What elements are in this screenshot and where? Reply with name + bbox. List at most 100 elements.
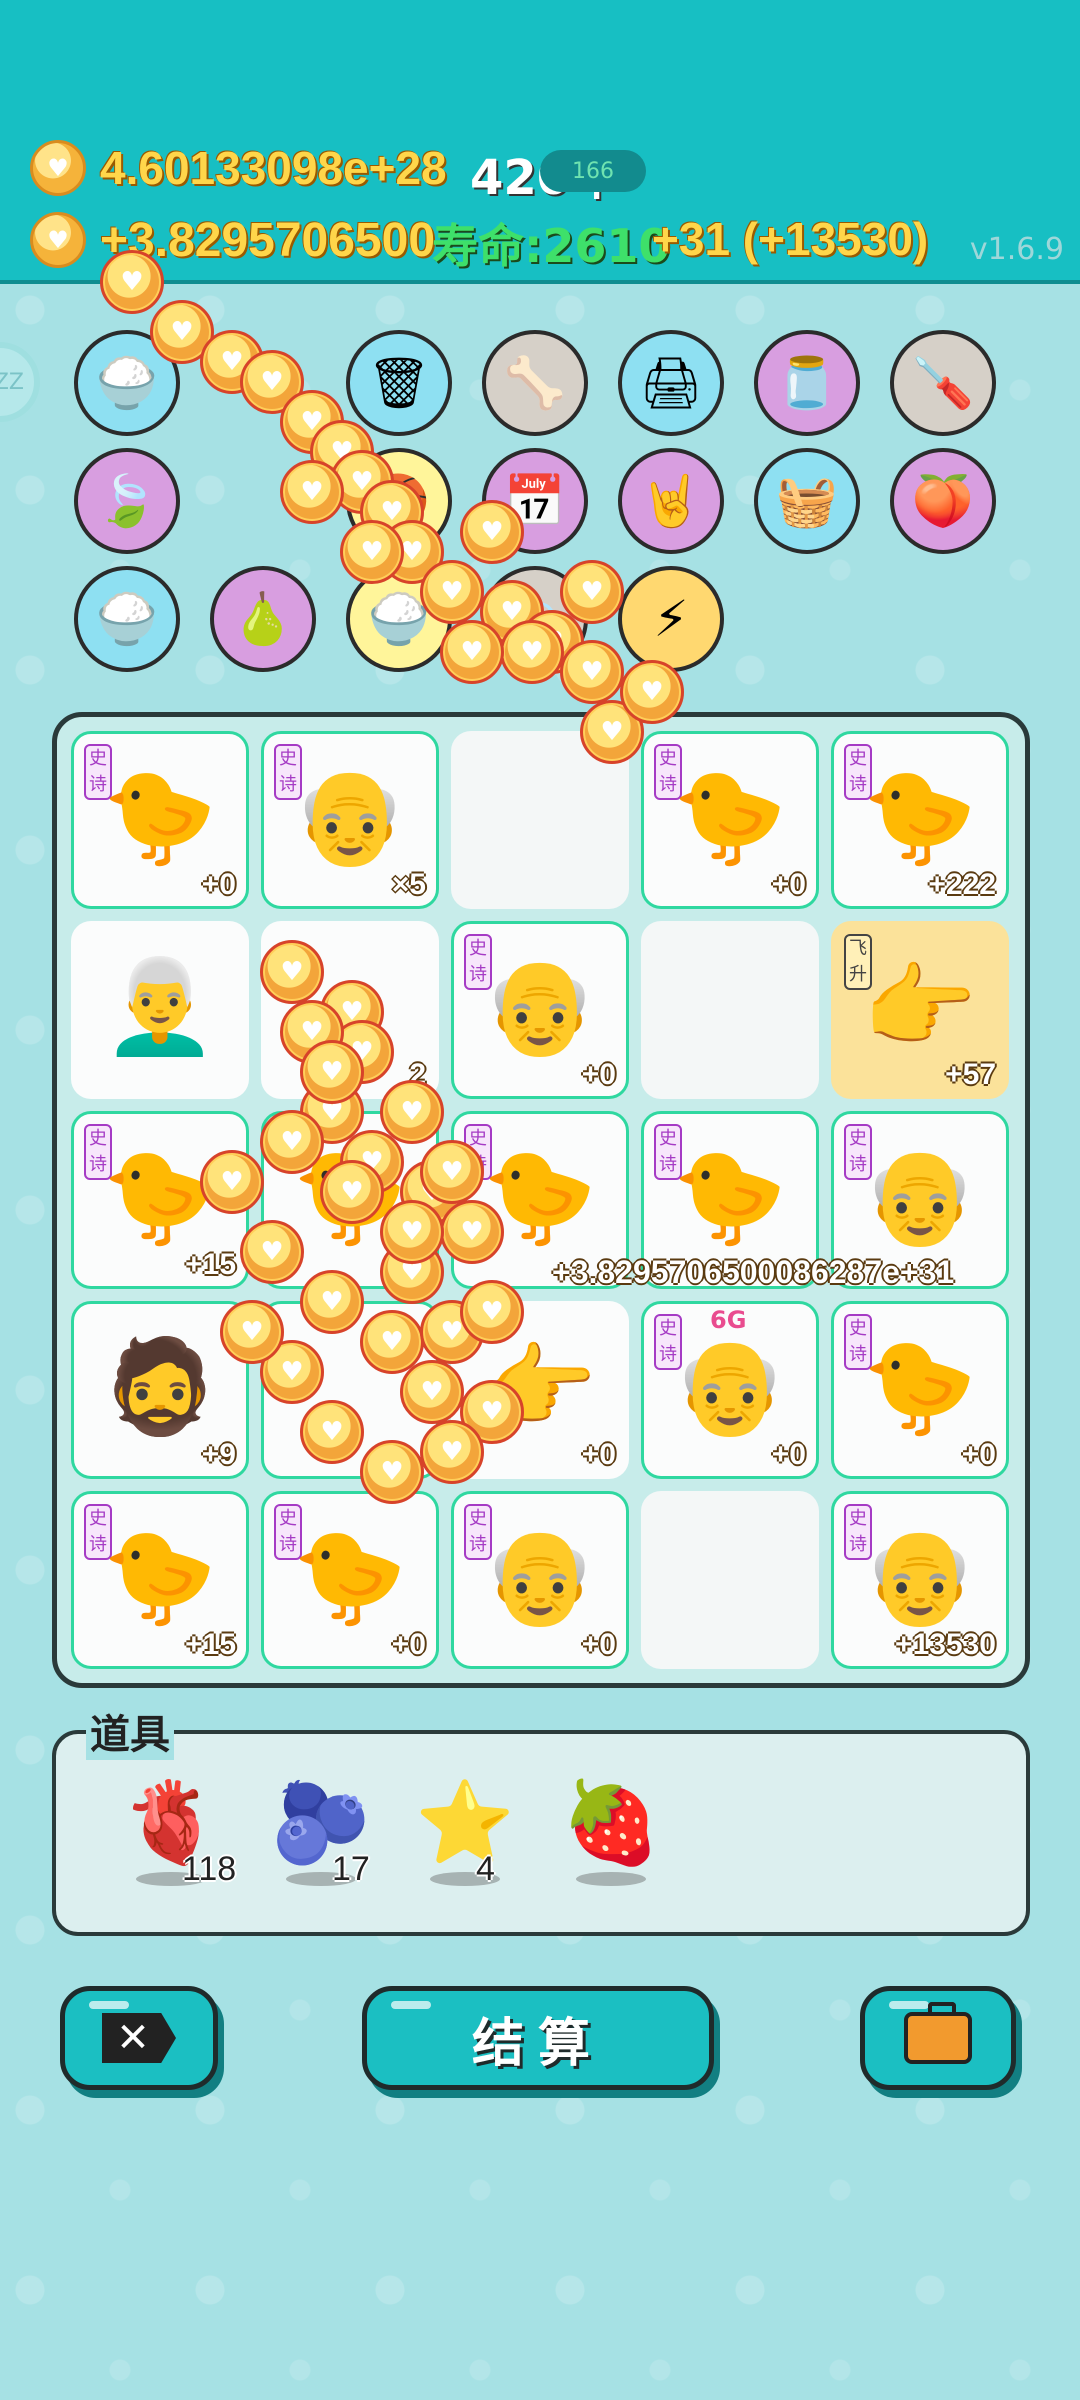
rice-bowl-icon[interactable]: 🍚 bbox=[74, 566, 180, 672]
flying-coin-icon: ♥ bbox=[260, 940, 324, 1004]
flying-coin-icon: ♥ bbox=[560, 640, 624, 704]
flying-coin-icon: ♥ bbox=[240, 1220, 304, 1284]
prop-item[interactable]: 🫐 17 bbox=[266, 1778, 376, 1908]
props-panel: 🫀 118 🫐 17 ⭐ 4 🍓 bbox=[52, 1730, 1030, 1936]
board-cell[interactable]: 👨‍🦳 bbox=[71, 921, 249, 1099]
network-badge: 6G bbox=[710, 1306, 747, 1334]
board-cell[interactable]: 史诗 👴 +0 bbox=[451, 1491, 629, 1669]
income-suffix: +31 (+13530) bbox=[652, 213, 929, 265]
fruit-basket-icon[interactable]: 🧺 bbox=[754, 448, 860, 554]
money-total-row: ♥ 4.60133098e+28 bbox=[30, 140, 447, 196]
flying-coin-icon: ♥ bbox=[360, 1440, 424, 1504]
flying-coin-icon: ♥ bbox=[420, 1420, 484, 1484]
settle-button-label: 结算 bbox=[471, 2013, 604, 2074]
screwdriver-icon[interactable]: 🪛 bbox=[890, 330, 996, 436]
money-total: 4.60133098e+28 bbox=[100, 142, 447, 194]
flying-coin-icon: ♥ bbox=[440, 620, 504, 684]
prop-item[interactable]: 🍓 bbox=[556, 1778, 666, 1908]
flying-coin-icon: ♥ bbox=[220, 1300, 284, 1364]
button-shine bbox=[89, 2001, 129, 2009]
cell-bonus: +0 bbox=[771, 1438, 806, 1471]
flying-coin-icon: ♥ bbox=[460, 1280, 524, 1344]
board-cell[interactable]: 史诗 🐤 +0 bbox=[831, 1301, 1009, 1479]
leaf-icon[interactable]: 🍃 bbox=[74, 448, 180, 554]
flying-coin-icon: ♥ bbox=[300, 1400, 364, 1464]
board-cell[interactable]: 史诗 🐤 +0 bbox=[261, 1491, 439, 1669]
cell-bonus: +0 bbox=[581, 1628, 616, 1661]
flying-coin-icon: ♥ bbox=[440, 1200, 504, 1264]
lightning-icon[interactable]: ⚡ bbox=[618, 566, 724, 672]
props-title: 道具 bbox=[86, 1702, 174, 1760]
cell-bonus: +13530 bbox=[895, 1628, 996, 1661]
flying-coin-icon: ♥ bbox=[500, 620, 564, 684]
income-row: ♥ +3.8295706500 bbox=[30, 212, 435, 268]
prop-count: 118 bbox=[182, 1850, 237, 1888]
briefcase-icon bbox=[904, 2002, 972, 2064]
guava-icon[interactable]: 🍐 bbox=[210, 566, 316, 672]
board-cell[interactable]: 史诗 👴 +13530 bbox=[831, 1491, 1009, 1669]
board-cell[interactable]: 史诗 6G 👴 +0 bbox=[641, 1301, 819, 1479]
flying-coin-icon: ♥ bbox=[340, 520, 404, 584]
prop-shadow bbox=[576, 1872, 646, 1886]
flying-coin-icon: ♥ bbox=[100, 250, 164, 314]
inventory-button[interactable] bbox=[860, 1986, 1016, 2090]
eyepatch-icon[interactable]: 🍑 bbox=[890, 448, 996, 554]
version-label: v1.6.9 bbox=[969, 232, 1064, 267]
board-cell[interactable]: 史诗 🐤 +222 bbox=[831, 731, 1009, 909]
flying-coin-icon: ♥ bbox=[280, 460, 344, 524]
game-board: 史诗 🐤 +0 史诗 👴 ×5 史诗 🐤 +0 史诗 🐤 +222 👨‍🦳 2 史诗 👴 +0 飞升 👉 +57 史诗 🐤… bbox=[52, 712, 1030, 1688]
prop-count: 4 bbox=[476, 1850, 495, 1888]
board-cell[interactable]: 史诗 🐤 +15 bbox=[71, 1491, 249, 1669]
cell-bonus: +222 bbox=[928, 868, 996, 901]
board-cell[interactable]: 史诗 👴 +0 bbox=[451, 921, 629, 1099]
board-cell[interactable] bbox=[641, 1491, 819, 1669]
character-portrait: 👴 bbox=[482, 952, 598, 1060]
board-cell[interactable] bbox=[641, 921, 819, 1099]
strawberry-icon: 🍓 bbox=[561, 1776, 661, 1869]
button-shine bbox=[889, 2001, 929, 2009]
jar-icon[interactable]: 🫙 bbox=[754, 330, 860, 436]
flying-coin-icon: ♥ bbox=[420, 560, 484, 624]
flying-coin-icon: ♥ bbox=[260, 1110, 324, 1174]
character-portrait: 🐤 bbox=[862, 762, 978, 870]
character-portrait: 👨‍🦳 bbox=[102, 952, 218, 1060]
cell-bonus: +57 bbox=[945, 1058, 996, 1091]
prop-item[interactable]: 🫀 118 bbox=[116, 1778, 236, 1908]
cell-bonus: +15 bbox=[185, 1628, 236, 1661]
pet-food-icon[interactable]: 🦴 bbox=[482, 330, 588, 436]
prop-item[interactable]: ⭐ 4 bbox=[410, 1778, 520, 1908]
flying-coin-icon: ♥ bbox=[460, 500, 524, 564]
coin-icon: ♥ bbox=[30, 140, 86, 196]
cell-bonus: +0 bbox=[771, 868, 806, 901]
board-cell[interactable]: 史诗 🐤 +0 bbox=[641, 731, 819, 909]
flying-coin-icon: ♥ bbox=[380, 1080, 444, 1144]
life-label: 寿命:2610 bbox=[432, 219, 671, 273]
character-portrait: 👴 bbox=[292, 762, 408, 870]
rock-hand-icon[interactable]: 🤘 bbox=[618, 448, 724, 554]
character-portrait: 🧔 bbox=[102, 1332, 218, 1440]
cell-bonus: +0 bbox=[581, 1058, 616, 1091]
character-portrait: 👴 bbox=[862, 1522, 978, 1630]
board-cell[interactable]: 飞升 👉 +57 bbox=[831, 921, 1009, 1099]
board-cell[interactable]: 史诗 🐤 +0 bbox=[71, 731, 249, 909]
character-portrait: 🐤 bbox=[102, 1522, 218, 1630]
trash-bag-icon[interactable]: 🗑 bbox=[346, 330, 452, 436]
flying-coin-icon: ♥ bbox=[620, 660, 684, 724]
settle-button[interactable]: 结算 bbox=[362, 1986, 714, 2090]
character-portrait: 🐤 bbox=[672, 1142, 788, 1250]
character-portrait: 🐤 bbox=[102, 762, 218, 870]
character-portrait: 🐤 bbox=[292, 1522, 408, 1630]
cell-bonus: +0 bbox=[201, 868, 236, 901]
board-cell[interactable]: 史诗 👴 ×5 bbox=[261, 731, 439, 909]
flying-coin-icon: ♥ bbox=[300, 1270, 364, 1334]
button-shine bbox=[391, 2001, 431, 2009]
printer-icon[interactable]: 🖨 bbox=[618, 330, 724, 436]
flying-coin-icon: ♥ bbox=[320, 1160, 384, 1224]
level-pill: 166 bbox=[540, 150, 646, 192]
flying-coin-icon: ♥ bbox=[400, 1360, 464, 1424]
character-portrait: 🐤 bbox=[862, 1332, 978, 1440]
cell-bonus: ×5 bbox=[391, 868, 426, 901]
character-portrait: 🐤 bbox=[672, 762, 788, 870]
star-icon: ⭐ bbox=[415, 1776, 515, 1869]
exit-button[interactable]: ✕ bbox=[60, 1986, 218, 2090]
